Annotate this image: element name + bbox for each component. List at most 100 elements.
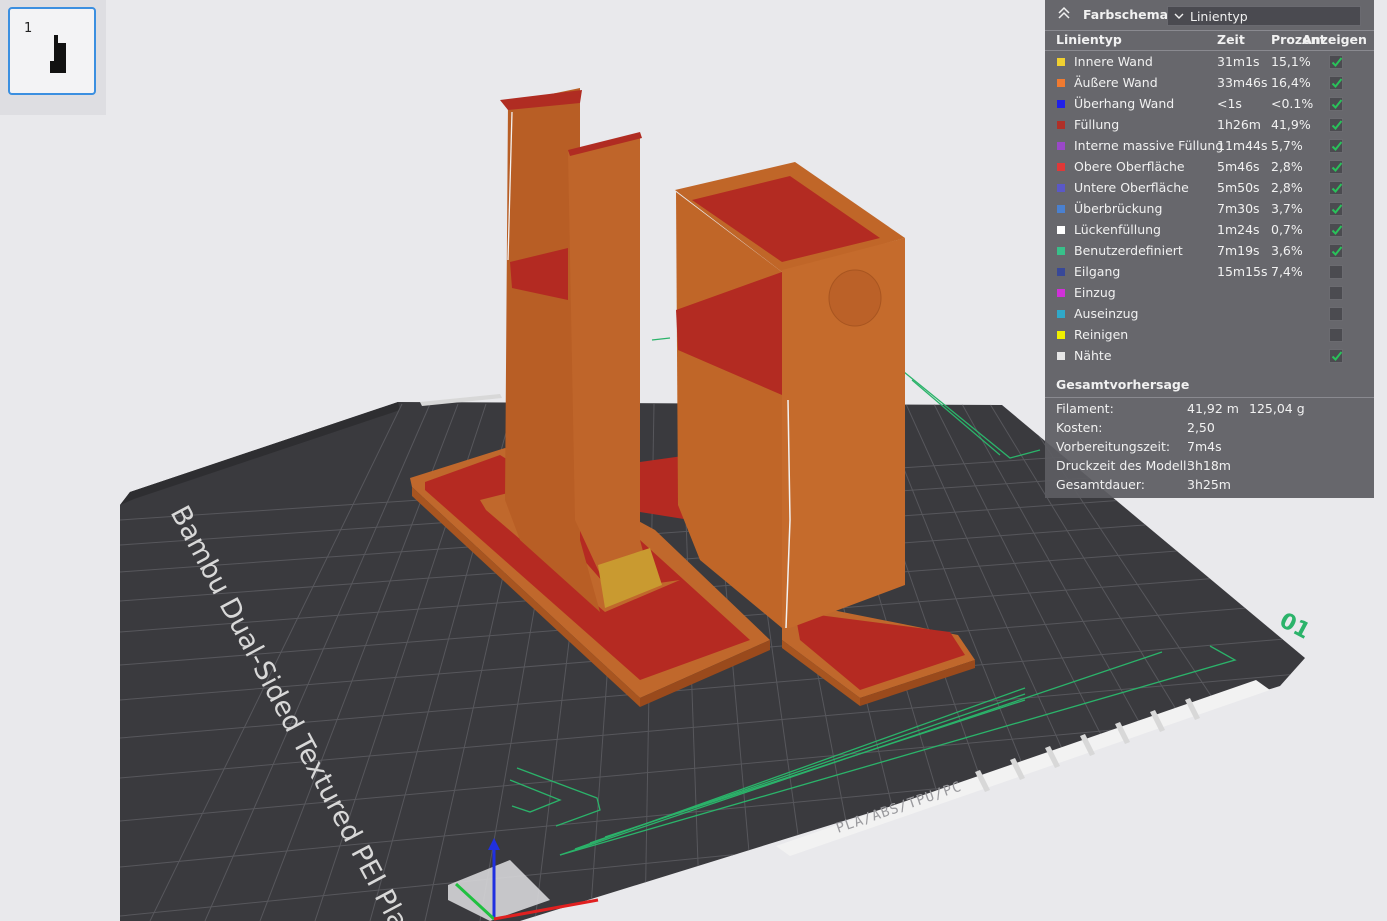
collapse-icon[interactable]	[1057, 6, 1071, 20]
show-checkbox[interactable]	[1329, 55, 1343, 69]
color-scheme-select[interactable]: Linientyp	[1167, 6, 1361, 26]
line-type-percent: 2,8%	[1271, 180, 1303, 195]
color-swatch	[1057, 268, 1065, 276]
color-swatch	[1057, 79, 1065, 87]
summary-value: 7m4s	[1187, 439, 1222, 454]
summary-label: Filament:	[1056, 401, 1114, 416]
column-header-type: Linientyp	[1056, 32, 1122, 47]
line-type-name: Lückenfüllung	[1074, 222, 1161, 237]
checkmark-icon	[1331, 120, 1343, 130]
show-checkbox[interactable]	[1329, 286, 1343, 300]
column-header-time: Zeit	[1217, 32, 1245, 47]
line-type-name: Untere Oberfläche	[1074, 180, 1189, 195]
line-type-name: Überhang Wand	[1074, 96, 1175, 111]
summary-label: Kosten:	[1056, 420, 1103, 435]
line-type-percent: 16,4%	[1271, 75, 1311, 90]
plate-preview-icon	[50, 35, 66, 73]
checkmark-icon	[1331, 57, 1343, 67]
line-type-name: Auseinzug	[1074, 306, 1139, 321]
checkmark-icon	[1331, 141, 1343, 151]
summary-row: Vorbereitungszeit: 7m4s	[1045, 437, 1374, 456]
legend-panel: Farbschema Linientyp Linientyp Zeit Proz…	[1045, 0, 1374, 498]
line-type-name: Benutzerdefiniert	[1074, 243, 1183, 258]
show-checkbox[interactable]	[1329, 223, 1343, 237]
line-type-percent: 2,8%	[1271, 159, 1303, 174]
checkmark-icon	[1331, 351, 1343, 361]
color-swatch	[1057, 142, 1065, 150]
color-swatch	[1057, 184, 1065, 192]
legend-row: Überhang Wand <1s <0.1%	[1045, 93, 1374, 114]
line-type-name: Nähte	[1074, 348, 1112, 363]
summary-row: Druckzeit des Modell: 3h18m	[1045, 456, 1374, 475]
summary-value: 41,92 m	[1187, 401, 1239, 416]
line-type-percent: 0,7%	[1271, 222, 1303, 237]
color-swatch	[1057, 205, 1065, 213]
color-swatch	[1057, 331, 1065, 339]
color-swatch	[1057, 100, 1065, 108]
checkmark-icon	[1331, 225, 1343, 235]
line-type-time: 5m46s	[1217, 159, 1260, 174]
line-type-time: 31m1s	[1217, 54, 1260, 69]
legend-row: Innere Wand 31m1s 15,1%	[1045, 51, 1374, 72]
line-type-time: 15m15s	[1217, 264, 1268, 279]
show-checkbox[interactable]	[1329, 202, 1343, 216]
show-checkbox[interactable]	[1329, 160, 1343, 174]
summary-row: Filament: 41,92 m 125,04 g	[1045, 399, 1374, 418]
summary-row: Kosten: 2,50	[1045, 418, 1374, 437]
show-checkbox[interactable]	[1329, 76, 1343, 90]
show-checkbox[interactable]	[1329, 244, 1343, 258]
line-type-percent: 5,7%	[1271, 138, 1303, 153]
line-type-time: 11m44s	[1217, 138, 1268, 153]
show-checkbox[interactable]	[1329, 328, 1343, 342]
legend-row: Einzug	[1045, 282, 1374, 303]
column-header-show: Anzeigen	[1302, 32, 1367, 47]
line-type-time: <1s	[1217, 96, 1242, 111]
line-type-name: Einzug	[1074, 285, 1116, 300]
line-type-name: Reinigen	[1074, 327, 1129, 342]
legend-row: Obere Oberfläche 5m46s 2,8%	[1045, 156, 1374, 177]
show-checkbox[interactable]	[1329, 307, 1343, 321]
line-type-name: Füllung	[1074, 117, 1120, 132]
show-checkbox[interactable]	[1329, 118, 1343, 132]
line-type-percent: <0.1%	[1271, 96, 1314, 111]
line-type-name: Obere Oberfläche	[1074, 159, 1185, 174]
summary-value-secondary: 125,04 g	[1249, 401, 1305, 416]
legend-row: Überbrückung 7m30s 3,7%	[1045, 198, 1374, 219]
color-swatch	[1057, 163, 1065, 171]
color-swatch	[1057, 121, 1065, 129]
legend-row: Benutzerdefiniert 7m19s 3,6%	[1045, 240, 1374, 261]
summary-value: 3h25m	[1187, 477, 1231, 492]
line-type-percent: 15,1%	[1271, 54, 1311, 69]
legend-row: Eilgang 15m15s 7,4%	[1045, 261, 1374, 282]
checkmark-icon	[1331, 204, 1343, 214]
show-checkbox[interactable]	[1329, 349, 1343, 363]
legend-row: Füllung 1h26m 41,9%	[1045, 114, 1374, 135]
checkmark-icon	[1331, 78, 1343, 88]
summary-row: Gesamtdauer: 3h25m	[1045, 475, 1374, 494]
line-type-name: Äußere Wand	[1074, 75, 1158, 90]
chevron-down-icon	[1174, 13, 1184, 19]
checkmark-icon	[1331, 162, 1343, 172]
line-type-time: 7m30s	[1217, 201, 1260, 216]
line-type-time: 5m50s	[1217, 180, 1260, 195]
line-type-percent: 3,6%	[1271, 243, 1303, 258]
line-type-time: 1m24s	[1217, 222, 1260, 237]
summary-value: 3h18m	[1187, 458, 1231, 473]
line-type-percent: 41,9%	[1271, 117, 1311, 132]
plate-number: 1	[24, 21, 33, 36]
show-checkbox[interactable]	[1329, 139, 1343, 153]
show-checkbox[interactable]	[1329, 265, 1343, 279]
summary-divider	[1045, 397, 1374, 398]
color-swatch	[1057, 289, 1065, 297]
color-swatch	[1057, 352, 1065, 360]
line-type-percent: 3,7%	[1271, 201, 1303, 216]
color-swatch	[1057, 310, 1065, 318]
legend-row: Äußere Wand 33m46s 16,4%	[1045, 72, 1374, 93]
color-swatch	[1057, 226, 1065, 234]
plate-thumbnail[interactable]: 1	[8, 7, 96, 95]
checkmark-icon	[1331, 183, 1343, 193]
show-checkbox[interactable]	[1329, 181, 1343, 195]
show-checkbox[interactable]	[1329, 97, 1343, 111]
line-type-name: Innere Wand	[1074, 54, 1153, 69]
color-scheme-label: Farbschema	[1083, 7, 1169, 22]
